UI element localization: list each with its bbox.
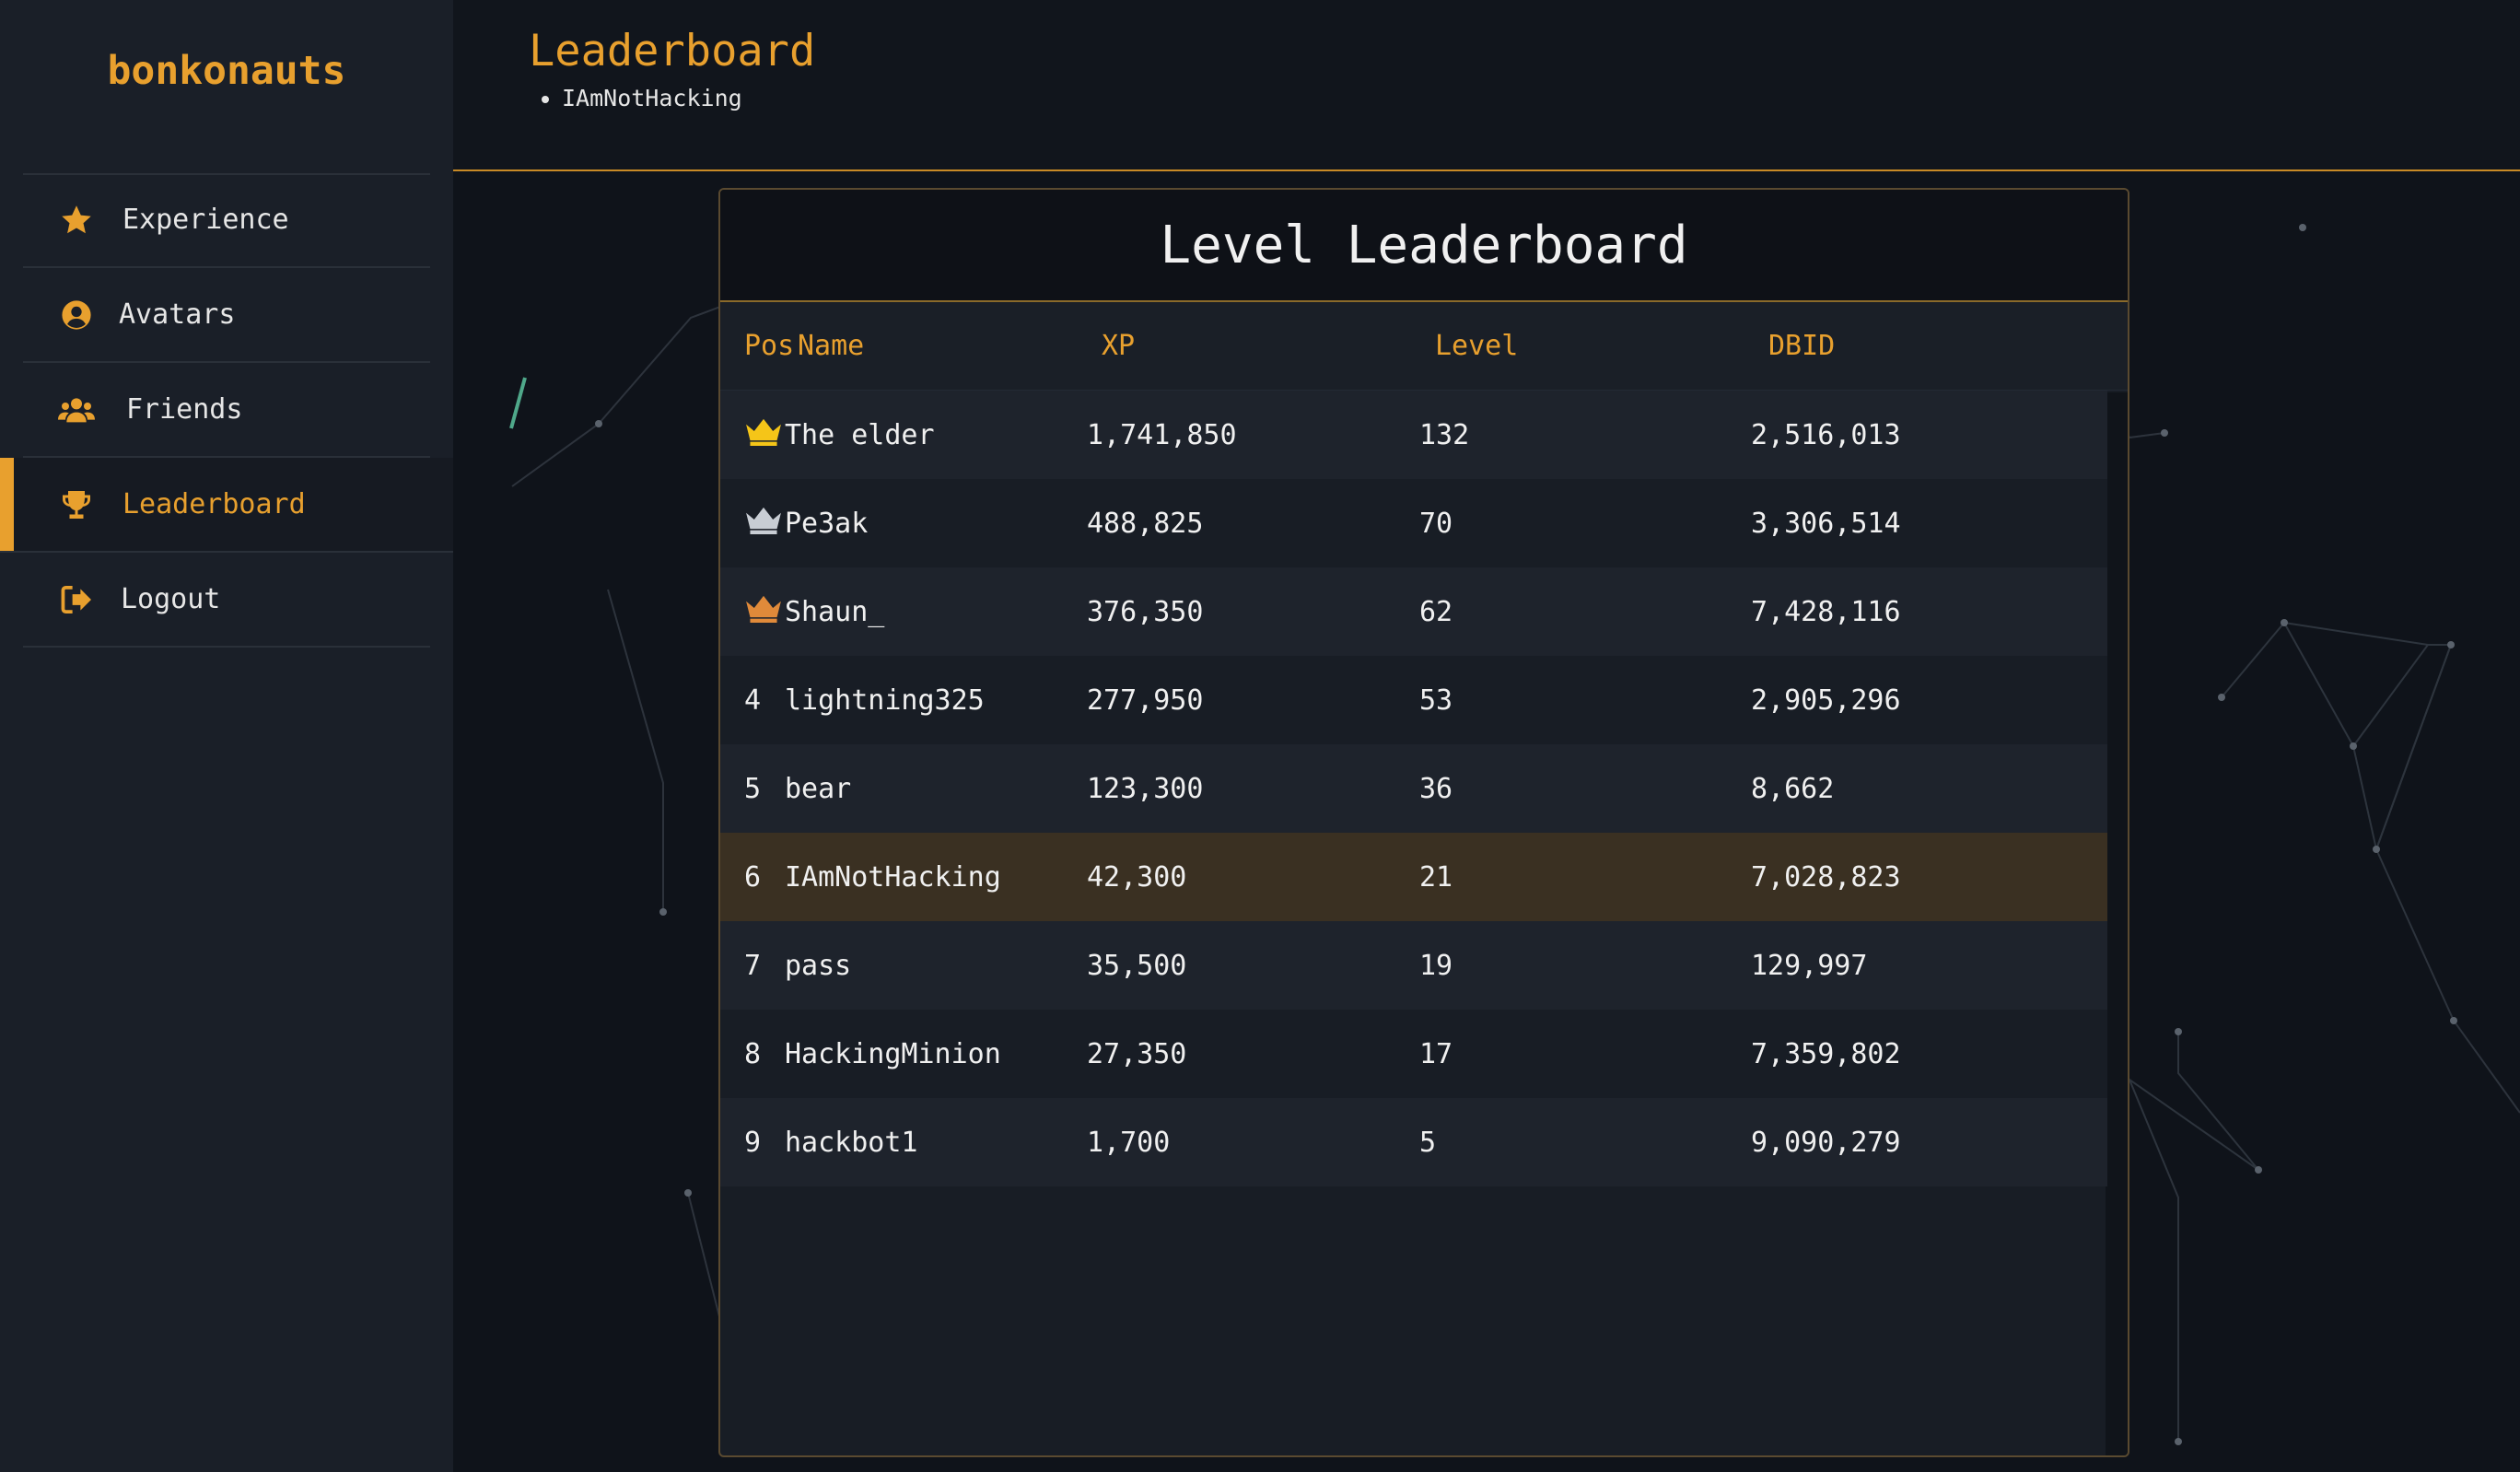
player-position: 4 <box>744 683 762 717</box>
player-xp: 488,825 <box>1087 507 1204 540</box>
player-xp: 277,950 <box>1087 683 1204 717</box>
bronze-crown-icon <box>744 593 783 630</box>
table-row[interactable]: 7 pass 35,500 19 129,997 <box>720 921 2107 1010</box>
player-dbid: 7,428,116 <box>1751 595 1901 628</box>
player-xp: 35,500 <box>1087 949 1187 982</box>
player-position: 7 <box>744 949 762 982</box>
scrollbar[interactable] <box>2106 392 2128 1455</box>
player-level: 5 <box>1419 1126 1437 1159</box>
player-name: Shaun_ <box>785 595 885 628</box>
user-list: IAmNotHacking <box>529 85 742 111</box>
user-list-item: IAmNotHacking <box>562 85 742 111</box>
player-level: 36 <box>1419 772 1453 805</box>
table-header: Pos Name XP Level DBID <box>720 302 2128 391</box>
users-icon <box>58 391 95 428</box>
column-header-name: Name <box>798 330 865 362</box>
table-body: The elder 1,741,850 132 2,516,013 Pe3ak … <box>720 391 2107 1186</box>
gold-crown-icon <box>744 416 783 453</box>
player-dbid: 7,359,802 <box>1751 1037 1901 1070</box>
brand-logo[interactable]: bonkonauts <box>0 48 453 94</box>
user-circle-icon <box>58 297 95 333</box>
player-name: lightning325 <box>785 683 985 717</box>
silver-crown-icon <box>744 505 783 542</box>
leaderboard-title: Level Leaderboard <box>720 190 2128 302</box>
player-level: 21 <box>1419 860 1453 894</box>
sidebar-item-label: Leaderboard <box>122 488 306 520</box>
player-name: Pe3ak <box>785 507 869 540</box>
page-header: Leaderboard IAmNotHacking <box>453 0 2520 171</box>
player-name: pass <box>785 949 852 982</box>
table-row[interactable]: 4 lightning325 277,950 53 2,905,296 <box>720 656 2107 744</box>
player-level: 70 <box>1419 507 1453 540</box>
sidebar-item-label: Experience <box>122 204 289 236</box>
player-level: 17 <box>1419 1037 1453 1070</box>
sidebar-item-label: Friends <box>126 393 243 426</box>
player-xp: 376,350 <box>1087 595 1204 628</box>
sidebar-item-experience[interactable]: Experience <box>23 173 430 268</box>
column-header-dbid: DBID <box>1768 330 1836 362</box>
page-title: Leaderboard <box>529 26 816 76</box>
table-row[interactable]: The elder 1,741,850 132 2,516,013 <box>720 391 2107 479</box>
player-xp: 27,350 <box>1087 1037 1187 1070</box>
player-xp: 42,300 <box>1087 860 1187 894</box>
player-dbid: 8,662 <box>1751 772 1835 805</box>
sidebar-item-logout[interactable]: Logout <box>23 553 430 648</box>
player-dbid: 9,090,279 <box>1751 1126 1901 1159</box>
trophy-icon <box>58 486 95 523</box>
player-level: 53 <box>1419 683 1453 717</box>
sidebar-item-friends[interactable]: Friends <box>23 363 430 458</box>
player-level: 19 <box>1419 949 1453 982</box>
player-dbid: 7,028,823 <box>1751 860 1901 894</box>
star-icon <box>58 202 95 239</box>
player-name: hackbot1 <box>785 1126 918 1159</box>
player-position: 9 <box>744 1126 762 1159</box>
player-name: bear <box>785 772 852 805</box>
table-row[interactable]: Shaun_ 376,350 62 7,428,116 <box>720 567 2107 656</box>
player-name: The elder <box>785 418 935 451</box>
player-position: 6 <box>744 860 762 894</box>
column-header-pos: Pos <box>744 330 795 362</box>
player-xp: 1,741,850 <box>1087 418 1237 451</box>
table-row-current-user[interactable]: 6 IAmNotHacking 42,300 21 7,028,823 <box>720 833 2107 921</box>
sidebar-item-label: Logout <box>121 583 221 615</box>
player-level: 132 <box>1419 418 1470 451</box>
sidebar-item-avatars[interactable]: Avatars <box>23 268 430 363</box>
player-position: 5 <box>744 772 762 805</box>
player-dbid: 129,997 <box>1751 949 1868 982</box>
logout-icon <box>58 581 95 618</box>
player-position: 8 <box>744 1037 762 1070</box>
player-name: HackingMinion <box>785 1037 1001 1070</box>
table-row[interactable]: 5 bear 123,300 36 8,662 <box>720 744 2107 833</box>
table-row[interactable]: 9 hackbot1 1,700 5 9,090,279 <box>720 1098 2107 1186</box>
column-header-level: Level <box>1435 330 1519 362</box>
column-header-xp: XP <box>1102 330 1136 362</box>
table-row[interactable]: 8 HackingMinion 27,350 17 7,359,802 <box>720 1010 2107 1098</box>
leaderboard-panel: Level Leaderboard Pos Name XP Level DBID… <box>718 188 2129 1457</box>
player-xp: 1,700 <box>1087 1126 1171 1159</box>
sidebar-item-label: Avatars <box>119 298 236 331</box>
player-dbid: 2,905,296 <box>1751 683 1901 717</box>
table-row[interactable]: Pe3ak 488,825 70 3,306,514 <box>720 479 2107 567</box>
player-dbid: 2,516,013 <box>1751 418 1901 451</box>
player-level: 62 <box>1419 595 1453 628</box>
sidebar-item-leaderboard[interactable]: Leaderboard <box>0 458 453 553</box>
player-name: IAmNotHacking <box>785 860 1001 894</box>
player-dbid: 3,306,514 <box>1751 507 1901 540</box>
sidebar-nav: Experience Avatars Friends Leaderboard L… <box>0 173 453 648</box>
sidebar: bonkonauts Experience Avatars Friends Le… <box>0 0 453 1472</box>
player-xp: 123,300 <box>1087 772 1204 805</box>
